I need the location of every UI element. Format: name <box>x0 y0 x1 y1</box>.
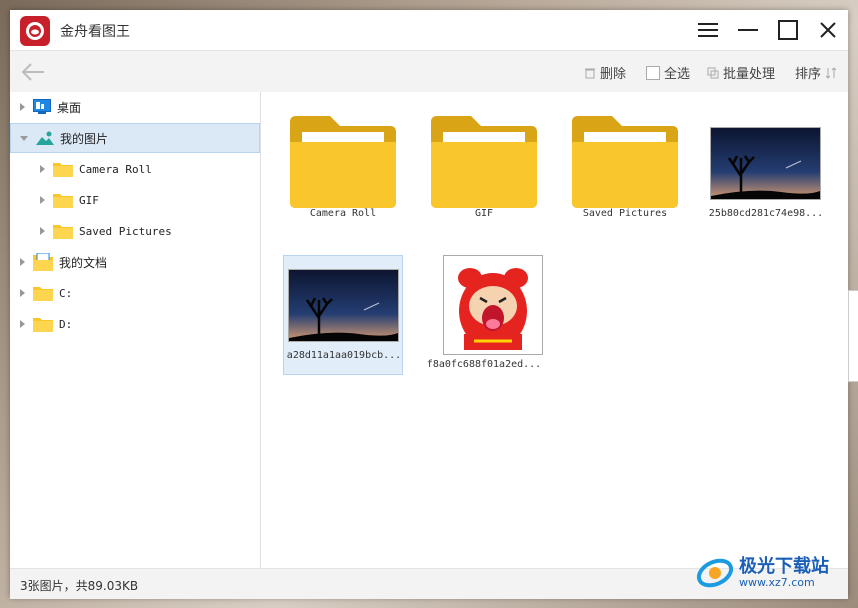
maximize-icon[interactable] <box>776 18 800 42</box>
tree-item-desktop[interactable]: 桌面 <box>10 92 260 122</box>
title-bar: 金舟看图王 <box>10 10 848 50</box>
folder-tile-camera-roll[interactable]: Camera Roll <box>283 114 403 234</box>
tree-item-my-pictures[interactable]: 我的图片 <box>10 123 260 153</box>
expand-arrow-icon[interactable] <box>20 289 25 297</box>
expand-arrow-icon[interactable] <box>20 258 25 266</box>
desktop-icon <box>33 99 51 114</box>
tile-label: GIF <box>474 208 494 219</box>
folder-tile-saved-pictures[interactable]: Saved Pictures <box>565 114 685 234</box>
tree-label: Camera Roll <box>79 162 152 176</box>
image-tile[interactable]: f8a0fc688f01a2ed... <box>424 255 544 375</box>
tree-label: 我的文档 <box>59 255 108 270</box>
tree-item-my-documents[interactable]: 我的文档 <box>10 247 260 277</box>
close-icon[interactable] <box>816 18 840 42</box>
tree-item-gif[interactable]: GIF <box>10 185 260 215</box>
sort-label: 排序 <box>795 67 822 82</box>
collapse-arrow-icon[interactable] <box>20 135 28 141</box>
tree-item-saved-pictures[interactable]: Saved Pictures <box>10 216 260 246</box>
watermark: 极光下载站 www.xz7.com <box>695 555 829 591</box>
batch-label: 批量处理 <box>723 67 776 82</box>
sort-button[interactable]: 排序 <box>795 63 837 82</box>
image-tile[interactable]: 25b80cd281c74e98... <box>706 114 826 234</box>
folder-tree: 桌面 我的图片 Camera Roll GIF Saved Pictures 我… <box>10 92 261 568</box>
status-text: 3张图片，共89.03KB <box>20 579 139 593</box>
watermark-logo-icon <box>696 558 734 588</box>
back-arrow-icon[interactable] <box>20 61 46 83</box>
tree-item-drive-d[interactable]: D: <box>10 309 260 339</box>
expand-arrow-icon[interactable] <box>40 196 45 204</box>
select-all-label: 全选 <box>664 67 691 82</box>
tile-label: f8a0fc688f01a2ed... <box>426 359 542 370</box>
folder-icon <box>431 116 537 208</box>
batch-icon <box>707 67 719 78</box>
tree-label: D: <box>59 317 73 331</box>
tile-label: Camera Roll <box>309 208 377 219</box>
sort-icon <box>825 66 837 79</box>
tile-label: Saved Pictures <box>582 208 668 219</box>
folder-icon <box>53 163 73 177</box>
delete-label: 删除 <box>600 67 627 82</box>
tree-label: 我的图片 <box>60 131 109 146</box>
watermark-text: 极光下载站 <box>739 555 829 577</box>
expand-arrow-icon[interactable] <box>40 227 45 235</box>
folder-icon <box>572 116 678 208</box>
documents-icon <box>33 253 53 271</box>
menu-icon[interactable] <box>696 18 720 42</box>
tile-label: 25b80cd281c74e98... <box>708 208 824 219</box>
app-window: 金舟看图王 删除 全选 批量处理 排序 桌面 我的图片 Camera Roll … <box>10 10 848 599</box>
cartoon-thumbnail <box>443 255 543 355</box>
app-title: 金舟看图王 <box>60 24 130 40</box>
tree-label: C: <box>59 286 73 300</box>
background-window-edge <box>848 290 858 382</box>
app-logo-icon <box>20 16 50 46</box>
tree-item-drive-c[interactable]: C: <box>10 278 260 308</box>
watermark-url: www.xz7.com <box>739 575 815 589</box>
toolbar: 删除 全选 批量处理 排序 <box>10 50 848 93</box>
minimize-icon[interactable] <box>736 18 760 42</box>
folder-tile-gif[interactable]: GIF <box>424 114 544 234</box>
thumbnail-grid: Camera Roll GIF Saved Pictures 25b80cd28… <box>261 92 848 568</box>
tile-label: a28d11a1aa019bcb... <box>286 350 402 361</box>
expand-arrow-icon[interactable] <box>40 165 45 173</box>
checkbox-icon <box>646 65 660 80</box>
folder-icon <box>290 116 396 208</box>
folder-icon <box>33 287 53 301</box>
folder-icon <box>53 225 73 239</box>
folder-icon <box>53 194 73 208</box>
night-sky-thumbnail <box>288 269 399 342</box>
trash-icon <box>585 68 595 78</box>
expand-arrow-icon[interactable] <box>20 103 25 111</box>
tree-label: GIF <box>79 193 99 207</box>
expand-arrow-icon[interactable] <box>20 320 25 328</box>
night-sky-thumbnail <box>710 127 821 200</box>
delete-button[interactable]: 删除 <box>584 63 626 82</box>
image-tile-selected[interactable]: a28d11a1aa019bcb... <box>283 255 403 375</box>
tree-item-camera-roll[interactable]: Camera Roll <box>10 154 260 184</box>
folder-icon <box>33 318 53 332</box>
tree-label: Saved Pictures <box>79 224 172 238</box>
select-all-checkbox[interactable]: 全选 <box>646 63 690 82</box>
tree-label: 桌面 <box>57 100 82 115</box>
pictures-icon <box>36 131 54 145</box>
batch-button[interactable]: 批量处理 <box>707 63 775 82</box>
